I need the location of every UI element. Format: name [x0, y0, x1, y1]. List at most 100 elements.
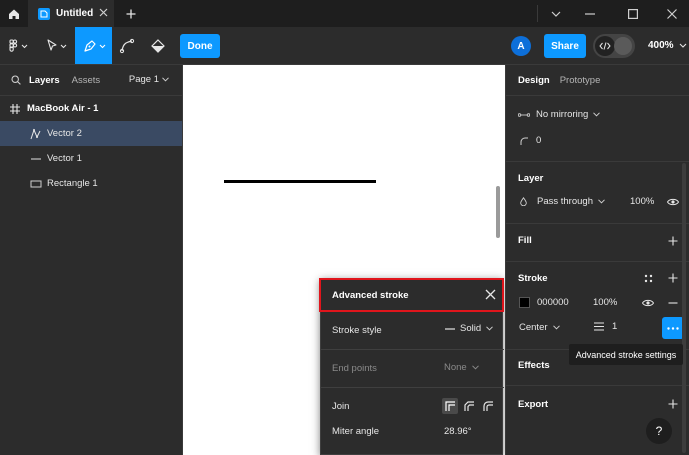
help-button[interactable]: ?: [646, 418, 672, 444]
corner-radius-input[interactable]: 0: [520, 135, 541, 146]
stroke-weight-icon: [594, 322, 604, 331]
close-icon[interactable]: [485, 289, 496, 300]
blend-mode-icon: [520, 197, 527, 206]
chevron-down-icon[interactable]: [539, 0, 573, 27]
stroke-position-value: Center: [519, 322, 548, 333]
panel-scrollbar[interactable]: [682, 163, 686, 453]
join-label: Join: [332, 400, 350, 412]
line-icon: [30, 153, 46, 165]
frame-icon: [10, 103, 20, 114]
done-button[interactable]: Done: [180, 34, 220, 58]
stroke-weight-value: 1: [612, 321, 618, 332]
corner-radius-value: 0: [536, 135, 542, 146]
bevel-join-button[interactable]: [461, 398, 477, 414]
miter-angle-value: 28.96°: [444, 426, 472, 437]
rectangle-icon: [30, 178, 46, 190]
panel-divider: [506, 385, 689, 386]
blend-mode-value: Pass through: [537, 196, 593, 207]
paint-bucket-tool-button[interactable]: [146, 27, 170, 64]
add-fill-icon[interactable]: [666, 234, 680, 248]
stroke-opacity-value: 100%: [593, 297, 618, 308]
toggle-knob: [614, 37, 632, 55]
miter-join-button[interactable]: [442, 398, 458, 414]
figma-file-icon: [38, 7, 50, 20]
file-tab-label: Untitled: [56, 8, 94, 19]
share-button[interactable]: Share: [544, 34, 586, 58]
stroke-weight-input[interactable]: 1: [594, 321, 617, 332]
design-panel: Design Prototype No mirroring 0 Layer Pa…: [505, 65, 689, 455]
layer-row-rectangle-1[interactable]: Rectangle 1: [0, 171, 182, 196]
popup-title: Advanced stroke: [332, 289, 409, 301]
stroke-style-select[interactable]: Solid: [445, 323, 493, 334]
panel-divider: [506, 261, 689, 262]
chevron-down-icon: [162, 77, 169, 82]
blend-mode-select[interactable]: Pass through: [520, 196, 605, 207]
stroke-position-select[interactable]: Center: [519, 322, 560, 333]
popup-divider: [321, 349, 504, 350]
stroke-color-swatch[interactable]: [519, 297, 530, 308]
layers-panel-tabs: Layers Assets Page 1: [0, 65, 182, 95]
effects-section-title: Effects: [518, 360, 550, 371]
remove-stroke-icon[interactable]: [666, 296, 680, 310]
advanced-stroke-button[interactable]: [662, 317, 684, 339]
add-export-icon[interactable]: [666, 397, 680, 411]
page-selector[interactable]: Page 1: [129, 74, 169, 85]
tab-design[interactable]: Design: [518, 75, 550, 86]
design-panel-tabs: Design Prototype: [506, 65, 689, 95]
layer-row-vector-2[interactable]: Vector 2: [0, 121, 182, 146]
stroke-style-label: Stroke style: [332, 324, 382, 336]
move-tool-button[interactable]: [41, 27, 73, 64]
pen-tool-button[interactable]: [75, 27, 112, 64]
eye-icon[interactable]: [666, 195, 680, 209]
tab-layers[interactable]: Layers: [29, 75, 60, 86]
chevron-down-icon: [486, 326, 493, 331]
miter-angle-input[interactable]: 28.96°: [444, 426, 472, 437]
layer-opacity-input[interactable]: 100%: [630, 196, 654, 207]
eye-icon[interactable]: [641, 296, 655, 310]
maximize-icon[interactable]: [616, 0, 650, 27]
panel-divider: [506, 95, 689, 96]
layer-row-vector-1[interactable]: Vector 1: [0, 146, 182, 171]
title-separator: [537, 5, 538, 22]
main-menu-button[interactable]: [4, 27, 34, 64]
avatar[interactable]: A: [511, 36, 531, 56]
tab-prototype[interactable]: Prototype: [560, 75, 601, 86]
bend-tool-button[interactable]: [116, 27, 138, 64]
mirroring-select[interactable]: No mirroring: [518, 109, 601, 120]
title-bar: Untitled: [0, 0, 689, 27]
zoom-dropdown[interactable]: 400%: [648, 27, 687, 64]
new-tab-icon[interactable]: [121, 0, 141, 27]
add-stroke-icon[interactable]: [666, 271, 680, 285]
stroke-style-value: Solid: [460, 323, 482, 334]
round-join-button[interactable]: [480, 398, 496, 414]
file-tab[interactable]: Untitled: [28, 0, 114, 27]
solid-line-icon: [445, 327, 455, 330]
style-grid-icon[interactable]: [641, 271, 655, 285]
frame-name: MacBook Air - 1: [27, 103, 99, 114]
code-icon: [595, 36, 615, 56]
close-tab-icon[interactable]: [99, 8, 108, 17]
layer-frame[interactable]: MacBook Air - 1: [0, 95, 182, 121]
export-section-title: Export: [518, 399, 549, 410]
layer-name: Rectangle 1: [47, 178, 98, 189]
end-points-value: None: [444, 362, 467, 373]
layer-section-title: Layer: [518, 173, 544, 184]
stroke-opacity-input[interactable]: 100%: [593, 297, 617, 308]
close-window-icon[interactable]: [655, 0, 689, 27]
panel-divider: [506, 223, 689, 224]
home-icon[interactable]: [0, 0, 27, 27]
end-points-select[interactable]: None: [444, 362, 479, 373]
canvas-scrollbar[interactable]: [496, 186, 500, 238]
tab-assets[interactable]: Assets: [72, 75, 101, 86]
minimize-icon[interactable]: [573, 0, 607, 27]
vector-path-icon: [30, 128, 46, 140]
fill-section-title: Fill: [518, 235, 532, 246]
chevron-down-icon: [598, 199, 605, 204]
vector-line[interactable]: [224, 180, 376, 183]
stroke-color-input[interactable]: 000000: [519, 297, 569, 308]
dev-mode-toggle[interactable]: [593, 34, 635, 58]
layers-panel: Layers Assets Page 1 MacBook Air - 1 Vec…: [0, 65, 183, 455]
search-icon[interactable]: [11, 75, 21, 85]
mirroring-icon: [518, 112, 530, 118]
advanced-stroke-popup: Advanced stroke Stroke style Solid End p…: [319, 278, 504, 455]
